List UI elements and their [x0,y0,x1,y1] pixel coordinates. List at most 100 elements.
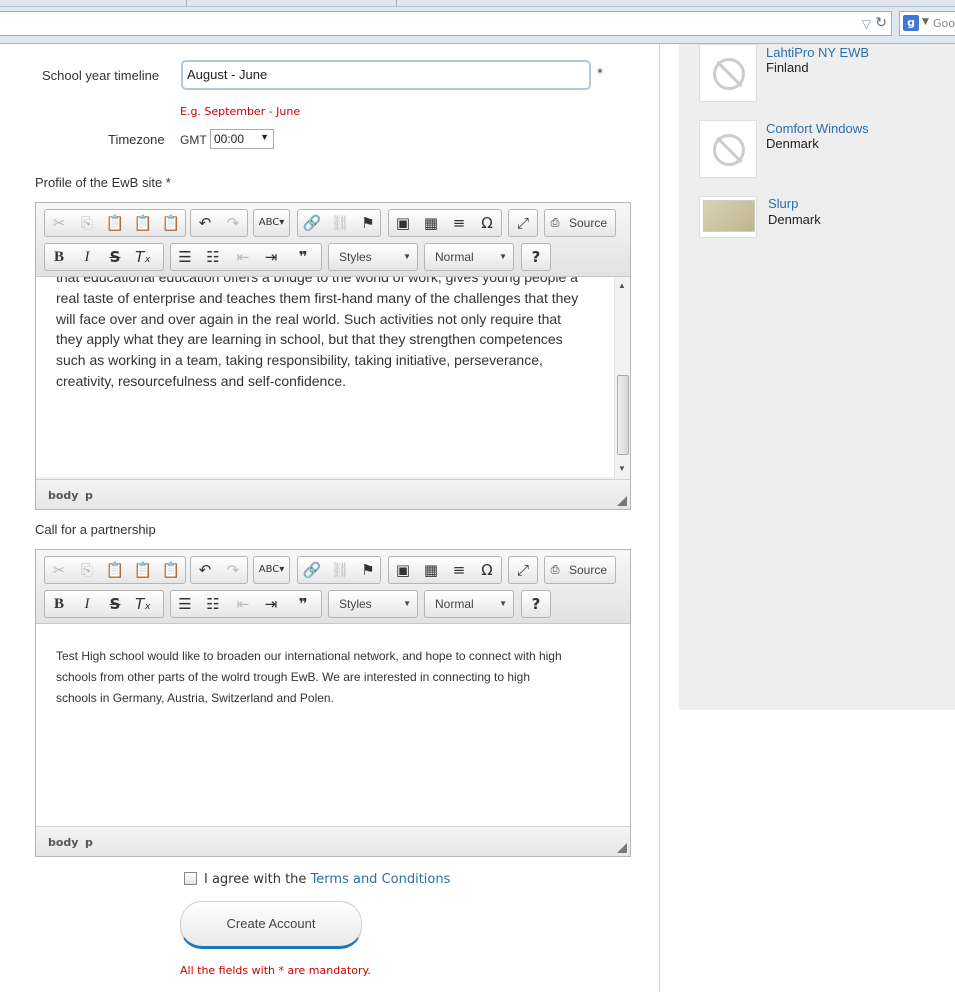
special-char-icon[interactable]: Ω [473,557,501,583]
editor-scrollbar[interactable]: ▲ ▼ [614,277,630,477]
clipboard-group: ✂ ⎘ 📋 📋 📋 [44,209,186,237]
remove-format-icon[interactable]: Tₓ [129,591,157,617]
history-dropdown-icon[interactable]: ▽ [862,17,871,31]
paste-icon[interactable]: 📋 [101,557,129,583]
create-account-button[interactable]: Create Account [180,901,362,949]
search-box[interactable]: g ▼ Goog [899,11,955,36]
link-icon[interactable]: 🔗 [298,210,326,236]
school-year-input[interactable]: August - June [181,60,591,90]
unlink-icon[interactable]: ⛓ [326,557,354,583]
outdent-icon[interactable]: ⇤ [229,244,257,270]
redo-icon[interactable]: ↷ [219,210,247,236]
timezone-label: Timezone [108,132,165,147]
format-combo[interactable]: Normal ▼ [424,590,514,618]
bulleted-list-icon[interactable]: ☷ [199,244,227,270]
paste-icon[interactable]: 📋 [101,210,129,236]
maximize-icon[interactable]: ⤢ [509,210,537,236]
resize-grip-icon[interactable] [617,843,627,853]
numbered-list-icon[interactable]: ☰ [171,591,199,617]
spellcheck-icon[interactable]: ABC▾ [254,557,289,583]
search-engine-dropdown-icon[interactable]: ▼ [922,17,929,27]
link-icon[interactable]: 🔗 [298,557,326,583]
call-editor-content[interactable]: Test High school would like to broaden o… [36,624,630,826]
terms-link[interactable]: Terms and Conditions [311,872,451,887]
source-button[interactable]: ⎙ Source [544,556,616,584]
anchor-flag-icon[interactable]: ⚑ [354,210,382,236]
format-combo[interactable]: Normal ▼ [424,243,514,271]
unlink-icon[interactable]: ⛓ [326,210,354,236]
table-icon[interactable]: ▦ [417,210,445,236]
indent-icon[interactable]: ⇥ [257,591,285,617]
anchor-flag-icon[interactable]: ⚑ [354,557,382,583]
insert-group: ▣ ▦ ≡ Ω [388,556,502,584]
strike-icon[interactable]: S [101,591,129,617]
italic-icon[interactable]: I [73,591,101,617]
source-button[interactable]: ⎙ Source [544,209,616,237]
indent-icon[interactable]: ⇥ [257,244,285,270]
remove-format-icon[interactable]: Tₓ [129,244,157,270]
outdent-icon[interactable]: ⇤ [229,591,257,617]
copy-icon[interactable]: ⎘ [73,557,101,583]
profile-editor-content[interactable]: that educational education offers a brid… [36,277,630,477]
cut-icon[interactable]: ✂ [45,557,73,583]
help-button[interactable]: ? [521,243,551,271]
italic-icon[interactable]: I [73,244,101,270]
timezone-value: 00:00 [214,132,245,146]
resize-grip-icon[interactable] [617,496,627,506]
browser-toolbar: ▽ ↻ g ▼ Goog [0,7,955,44]
blockquote-icon[interactable]: ❞ [289,591,317,617]
path-p[interactable]: p [85,836,93,849]
path-body[interactable]: body [48,489,78,502]
tab-separator [396,0,397,7]
member-name[interactable]: Comfort Windows [766,121,869,136]
profile-text-line: they apply what they are learning in sch… [56,331,563,348]
horizontal-line-icon[interactable]: ≡ [445,210,473,236]
image-icon[interactable]: ▣ [389,557,417,583]
scroll-up-icon[interactable]: ▲ [618,281,626,290]
table-icon[interactable]: ▦ [417,557,445,583]
bulleted-list-icon[interactable]: ☷ [199,591,227,617]
call-text-line: schools in Germany, Austria, Switzerland… [56,691,334,705]
paste-text-icon[interactable]: 📋 [129,557,157,583]
styles-combo[interactable]: Styles ▼ [328,590,418,618]
scroll-down-icon[interactable]: ▼ [618,464,626,473]
spellcheck-icon[interactable]: ABC▾ [254,210,289,236]
paste-text-icon[interactable]: 📋 [129,210,157,236]
styles-combo[interactable]: Styles ▼ [328,243,418,271]
maximize-icon[interactable]: ⤢ [509,557,537,583]
address-bar[interactable]: ▽ ↻ [0,11,892,36]
call-label: Call for a partnership [35,522,156,537]
redo-icon[interactable]: ↷ [219,557,247,583]
spellcheck-group: ABC▾ [253,556,290,584]
timezone-select[interactable]: 00:00 ▼ [210,129,274,149]
bold-icon[interactable]: B [45,591,73,617]
source-label: Source [569,216,608,230]
profile-text-line: will face over and over again in the rea… [56,310,562,327]
paste-word-icon[interactable]: 📋 [157,557,185,583]
help-button[interactable]: ? [521,590,551,618]
blockquote-icon[interactable]: ❞ [289,244,317,270]
special-char-icon[interactable]: Ω [473,210,501,236]
bold-icon[interactable]: B [45,244,73,270]
members-sidebar: LahtiPro NY EWB Finland Comfort Windows … [679,44,955,710]
chevron-down-icon: ▼ [499,599,507,608]
image-icon[interactable]: ▣ [389,210,417,236]
undo-icon[interactable]: ↶ [191,210,219,236]
copy-icon[interactable]: ⎘ [73,210,101,236]
terms-checkbox[interactable] [184,872,197,885]
member-name[interactable]: LahtiPro NY EWB [766,45,869,60]
strike-icon[interactable]: S [101,244,129,270]
member-name[interactable]: Slurp [768,196,798,211]
cut-icon[interactable]: ✂ [45,210,73,236]
browser-tab-strip [0,0,955,7]
member-thumbnail [699,120,757,178]
undo-icon[interactable]: ↶ [191,557,219,583]
path-body[interactable]: body [48,836,78,849]
scroll-thumb[interactable] [617,375,629,455]
numbered-list-icon[interactable]: ☰ [171,244,199,270]
reload-icon[interactable]: ↻ [875,15,887,31]
paste-word-icon[interactable]: 📋 [157,210,185,236]
path-p[interactable]: p [85,489,93,502]
profile-text-line: creativity, resourcefulness and self-con… [56,372,346,389]
horizontal-line-icon[interactable]: ≡ [445,557,473,583]
